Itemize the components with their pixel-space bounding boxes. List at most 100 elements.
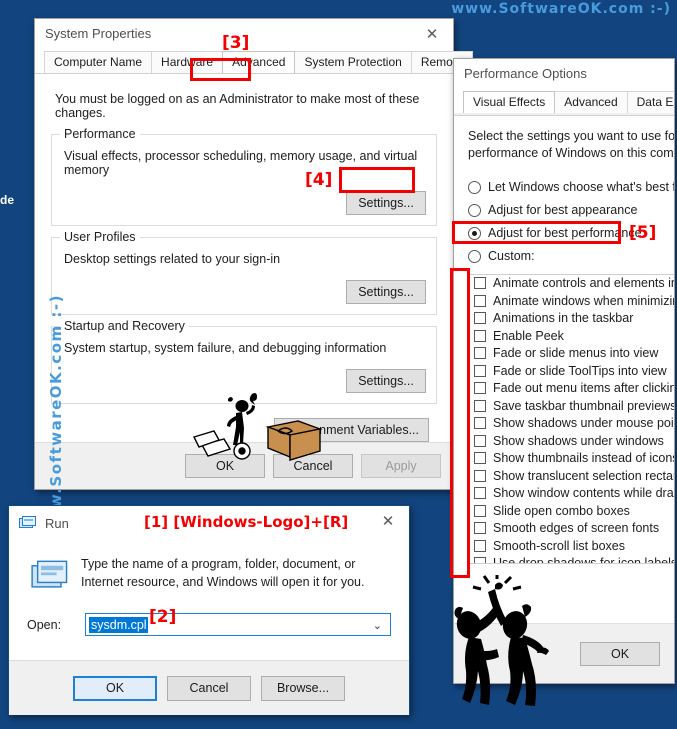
checkbox-icon[interactable] bbox=[474, 347, 486, 360]
performance-group: Performance Visual effects, processor sc… bbox=[51, 127, 437, 226]
run-browse-button[interactable]: Browse... bbox=[261, 675, 345, 701]
list-item[interactable]: Show shadows under mouse pointer bbox=[469, 415, 674, 433]
checkbox-icon[interactable] bbox=[474, 434, 486, 447]
list-item[interactable]: Smooth edges of screen fonts bbox=[469, 520, 674, 538]
radio-icon-best-appearance bbox=[468, 203, 481, 217]
list-item[interactable]: Animate windows when minimizing and maxi… bbox=[469, 292, 674, 310]
list-item[interactable]: Show window contents while dragging bbox=[469, 485, 674, 503]
checkbox-icon[interactable] bbox=[474, 329, 486, 342]
annotation-step-2: [2] bbox=[149, 607, 177, 627]
checkbox-icon[interactable] bbox=[474, 452, 486, 465]
checkbox-icon[interactable] bbox=[474, 469, 486, 482]
checkbox-icon[interactable] bbox=[474, 417, 486, 430]
run-dialog-body: Type the name of a program, folder, docu… bbox=[9, 540, 409, 660]
run-cancel-button[interactable]: Cancel bbox=[167, 675, 251, 701]
performance-options-body: Select the settings you want to use for … bbox=[454, 115, 674, 623]
user-profiles-group-text: Desktop settings related to your sign-in bbox=[64, 252, 281, 266]
visual-effects-description: Select the settings you want to use for … bbox=[468, 129, 674, 161]
list-item[interactable]: Show translucent selection rectangle bbox=[469, 467, 674, 485]
performance-options-ok-button[interactable]: OK bbox=[580, 641, 660, 666]
performance-settings-button[interactable]: Settings... bbox=[346, 191, 426, 215]
user-profiles-settings-button[interactable]: Settings... bbox=[346, 280, 426, 304]
run-dialog-footer: OK Cancel Browse... bbox=[9, 660, 409, 715]
tab-data-execution-prevention[interactable]: Data Execution Prevention bbox=[626, 91, 674, 113]
user-profiles-group-legend: User Profiles bbox=[60, 230, 140, 244]
system-properties-cancel-button[interactable]: Cancel bbox=[273, 454, 353, 478]
performance-group-legend: Performance bbox=[60, 127, 140, 141]
list-item[interactable]: Enable Peek bbox=[469, 327, 674, 345]
list-item[interactable]: Fade out menu items after clicking bbox=[469, 380, 674, 398]
environment-variables-button[interactable]: Environment Variables... bbox=[273, 418, 429, 442]
list-item[interactable]: Slide open combo boxes bbox=[469, 502, 674, 520]
run-dialog-titlebar: Run [1] [Windows-Logo]+[R] ✕ bbox=[9, 506, 409, 540]
list-item[interactable]: Show shadows under windows bbox=[469, 432, 674, 450]
list-item[interactable]: Fade or slide ToolTips into view bbox=[469, 362, 674, 380]
tab-advanced[interactable]: Advanced bbox=[222, 51, 296, 73]
performance-options-titlebar: Performance Options bbox=[454, 59, 674, 88]
watermark-vertical: www.SoftwareOK.com :-) bbox=[47, 294, 65, 539]
radio-label-custom: Custom: bbox=[488, 249, 535, 263]
run-description-text: Type the name of a program, folder, docu… bbox=[81, 557, 365, 589]
radio-icon-let-windows-choose bbox=[468, 180, 481, 194]
checkbox-icon[interactable] bbox=[474, 382, 486, 395]
tab-hardware[interactable]: Hardware bbox=[151, 51, 224, 73]
tab-advanced-perf[interactable]: Advanced bbox=[554, 91, 628, 113]
checkbox-icon[interactable] bbox=[474, 539, 486, 552]
radio-let-windows-choose[interactable]: Let Windows choose what's best for my co… bbox=[468, 177, 674, 198]
run-open-input[interactable]: sysdm.cpl ⌄ bbox=[85, 613, 391, 637]
system-properties-apply-button[interactable]: Apply bbox=[361, 454, 441, 478]
close-icon[interactable]: ✕ bbox=[411, 19, 453, 48]
performance-button-row: Settings... bbox=[62, 191, 426, 215]
system-properties-body: You must be logged on as an Administrato… bbox=[35, 73, 453, 442]
checkbox-icon[interactable] bbox=[474, 522, 486, 535]
performance-options-title: Performance Options bbox=[464, 66, 587, 81]
list-item[interactable]: Smooth-scroll list boxes bbox=[469, 537, 674, 555]
checkbox-icon[interactable] bbox=[474, 504, 486, 517]
run-ok-button[interactable]: OK bbox=[73, 675, 157, 701]
list-item[interactable]: Save taskbar thumbnail previews bbox=[469, 397, 674, 415]
tab-computer-name[interactable]: Computer Name bbox=[44, 51, 153, 73]
system-properties-title: System Properties bbox=[45, 26, 152, 41]
startup-recovery-button-row: Settings... bbox=[62, 369, 426, 393]
checkbox-icon[interactable] bbox=[474, 364, 486, 377]
startup-recovery-group: Startup and Recovery System startup, sys… bbox=[51, 319, 437, 404]
run-dialog-window: Run [1] [Windows-Logo]+[R] ✕ Type the na… bbox=[8, 505, 410, 715]
list-item[interactable]: Animations in the taskbar bbox=[469, 310, 674, 328]
list-item[interactable]: Animate controls and elements inside win… bbox=[469, 275, 674, 293]
checkbox-icon[interactable] bbox=[474, 312, 486, 325]
startup-recovery-group-text: System startup, system failure, and debu… bbox=[64, 341, 387, 355]
checkbox-icon[interactable] bbox=[474, 399, 486, 412]
system-properties-footer: OK Cancel Apply bbox=[35, 442, 453, 489]
watermark-top: www.SoftwareOK.com :-) bbox=[451, 1, 671, 17]
chevron-down-icon[interactable]: ⌄ bbox=[373, 619, 382, 632]
performance-options-footer: OK bbox=[454, 623, 674, 683]
list-item[interactable]: Use drop shadows for icon labels on the … bbox=[469, 555, 674, 563]
radio-label-best-appearance: Adjust for best appearance bbox=[488, 203, 638, 217]
radio-icon-custom bbox=[468, 249, 481, 263]
checkbox-icon[interactable] bbox=[474, 277, 486, 290]
radio-best-appearance[interactable]: Adjust for best appearance bbox=[468, 200, 660, 221]
list-item[interactable]: Show thumbnails instead of icons bbox=[469, 450, 674, 468]
admin-notice: You must be logged on as an Administrato… bbox=[55, 92, 420, 120]
close-icon[interactable]: ✕ bbox=[367, 506, 409, 535]
radio-custom[interactable]: Custom: bbox=[468, 246, 660, 267]
performance-options-tabstrip: Visual Effects Advanced Data Execution P… bbox=[454, 88, 674, 113]
startup-recovery-settings-button[interactable]: Settings... bbox=[346, 369, 426, 393]
checkbox-icon[interactable] bbox=[474, 294, 486, 307]
run-open-label: Open: bbox=[27, 617, 62, 632]
visual-effects-list[interactable]: Animate controls and elements inside win… bbox=[468, 273, 674, 564]
checkbox-icon[interactable] bbox=[474, 557, 486, 563]
tab-visual-effects[interactable]: Visual Effects bbox=[463, 91, 556, 113]
system-properties-ok-button[interactable]: OK bbox=[185, 454, 265, 478]
watermark-fragment: de bbox=[0, 193, 15, 207]
checkbox-icon[interactable] bbox=[474, 487, 486, 500]
annotation-step-5: [5] bbox=[629, 223, 657, 243]
list-item[interactable]: Fade or slide menus into view bbox=[469, 345, 674, 363]
radio-label-let-windows-choose: Let Windows choose what's best for my co… bbox=[488, 180, 674, 194]
user-profiles-group: User Profiles Desktop settings related t… bbox=[51, 230, 437, 315]
user-profiles-button-row: Settings... bbox=[62, 280, 426, 304]
run-large-icon bbox=[31, 560, 68, 588]
system-properties-window: System Properties ✕ Computer Name Hardwa… bbox=[34, 18, 473, 539]
run-open-row: Open: sysdm.cpl ⌄ bbox=[27, 613, 391, 637]
tab-system-protection[interactable]: System Protection bbox=[294, 51, 412, 73]
